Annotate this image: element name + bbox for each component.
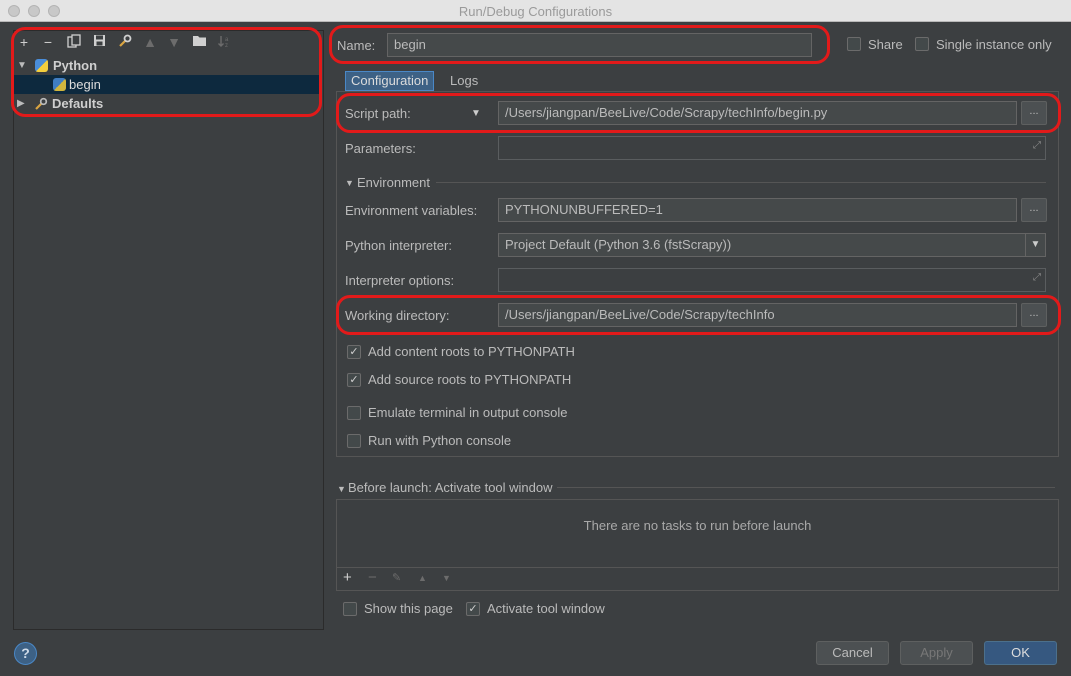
save-icon[interactable] — [91, 34, 107, 50]
sort-icon[interactable]: az — [216, 34, 232, 50]
tab-logs[interactable]: Logs — [445, 72, 483, 92]
show-page-checkbox[interactable] — [343, 602, 357, 616]
minus-icon[interactable]: − — [40, 34, 56, 50]
script-path-dropdown-icon[interactable]: ▼ — [471, 108, 481, 119]
expand-icon[interactable]: ⤢ — [1033, 269, 1041, 289]
interpreter-value: Project Default (Python 3.6 (fstScrapy)) — [505, 237, 732, 252]
edit-task-icon[interactable]: ✎ — [392, 571, 401, 584]
python-icon — [35, 59, 48, 72]
interpreter-options-label: Interpreter options: — [345, 273, 455, 288]
copy-icon[interactable] — [66, 34, 82, 50]
tree-node-defaults[interactable]: ▶ Defaults — [14, 94, 320, 113]
help-button[interactable]: ? — [14, 642, 37, 665]
move-task-down-icon[interactable]: ▼ — [442, 573, 451, 583]
tree-node-begin[interactable]: begin — [14, 75, 320, 94]
activate-window-checkbox[interactable]: ✓ — [466, 602, 480, 616]
share-label: Share — [868, 37, 903, 52]
interpreter-select[interactable]: Project Default (Python 3.6 (fstScrapy))… — [498, 233, 1046, 257]
tree-label-begin: begin — [69, 77, 101, 92]
folder-icon[interactable] — [191, 34, 207, 50]
apply-button[interactable]: Apply — [900, 641, 973, 665]
run-with-console-checkbox[interactable] — [347, 434, 361, 448]
interpreter-label: Python interpreter: — [345, 238, 452, 253]
single-instance-label: Single instance only — [936, 37, 1052, 52]
env-vars-label: Environment variables: — [345, 203, 478, 218]
script-path-label: Script path: — [345, 106, 411, 121]
run-with-console-label: Run with Python console — [368, 433, 512, 448]
env-vars-edit-button[interactable]: ... — [1021, 198, 1047, 222]
cancel-button[interactable]: Cancel — [816, 641, 889, 665]
remove-task-icon[interactable]: − — [368, 569, 377, 586]
tab-configuration[interactable]: Configuration — [345, 71, 435, 91]
collapsed-arrow-icon[interactable]: ▶ — [17, 94, 25, 113]
expand-icon[interactable]: ⤢ — [1033, 137, 1041, 157]
working-dir-input[interactable]: /Users/jiangpan/BeeLive/Code/Scrapy/tech… — [498, 303, 1017, 327]
add-content-roots-label: Add content roots to PYTHONPATH — [368, 344, 575, 359]
wrench-icon[interactable] — [116, 34, 132, 50]
environment-divider — [436, 182, 1046, 183]
add-source-roots-checkbox[interactable]: ✓ — [347, 373, 361, 387]
share-checkbox[interactable] — [847, 37, 861, 51]
parameters-input[interactable]: ⤢ — [498, 136, 1046, 160]
env-vars-input[interactable]: PYTHONUNBUFFERED=1 — [498, 198, 1017, 222]
environment-section-title: Environment — [357, 175, 430, 190]
before-launch-divider — [557, 487, 1055, 488]
interpreter-options-input[interactable]: ⤢ — [498, 268, 1046, 292]
script-path-input[interactable]: /Users/jiangpan/BeeLive/Code/Scrapy/tech… — [498, 101, 1017, 125]
working-dir-browse-button[interactable]: ... — [1021, 303, 1047, 327]
show-page-label: Show this page — [364, 601, 453, 616]
single-instance-checkbox[interactable] — [915, 37, 929, 51]
before-launch-title: Before launch: Activate tool window — [348, 480, 553, 495]
emulate-terminal-label: Emulate terminal in output console — [368, 405, 568, 420]
window-title: Run/Debug Configurations — [458, 4, 613, 19]
tree-node-python[interactable]: ▼ Python — [14, 56, 320, 75]
configuration-tree-panel — [13, 30, 324, 630]
move-task-up-icon[interactable]: ▲ — [418, 573, 427, 583]
svg-text:z: z — [225, 43, 228, 49]
tree-label-python: Python — [53, 58, 98, 73]
name-input[interactable]: begin — [387, 33, 812, 57]
arrow-down-icon[interactable]: ▼ — [166, 34, 182, 50]
python-file-icon — [53, 78, 66, 91]
chevron-down-icon[interactable]: ▼ — [1025, 234, 1045, 256]
add-source-roots-label: Add source roots to PYTHONPATH — [368, 372, 572, 387]
before-launch-collapse-icon[interactable]: ▼ — [337, 484, 346, 494]
emulate-terminal-checkbox[interactable] — [347, 406, 361, 420]
add-task-icon[interactable]: + — [343, 569, 352, 586]
tree-label-defaults: Defaults — [52, 96, 104, 111]
expanded-arrow-icon[interactable]: ▼ — [17, 56, 27, 75]
script-path-browse-button[interactable]: ... — [1021, 101, 1047, 125]
parameters-label: Parameters: — [345, 141, 416, 156]
plus-icon[interactable]: + — [16, 34, 32, 50]
title-bar: Run/Debug Configurations — [0, 0, 1071, 22]
ok-button[interactable]: OK — [984, 641, 1057, 665]
working-dir-label: Working directory: — [345, 308, 450, 323]
environment-collapse-icon[interactable]: ▼ — [345, 178, 354, 188]
arrow-up-icon[interactable]: ▲ — [142, 34, 158, 50]
no-tasks-message: There are no tasks to run before launch — [583, 518, 812, 533]
add-content-roots-checkbox[interactable]: ✓ — [347, 345, 361, 359]
defaults-wrench-icon — [34, 97, 48, 116]
activate-window-label: Activate tool window — [487, 601, 605, 616]
name-label: Name: — [337, 38, 376, 53]
